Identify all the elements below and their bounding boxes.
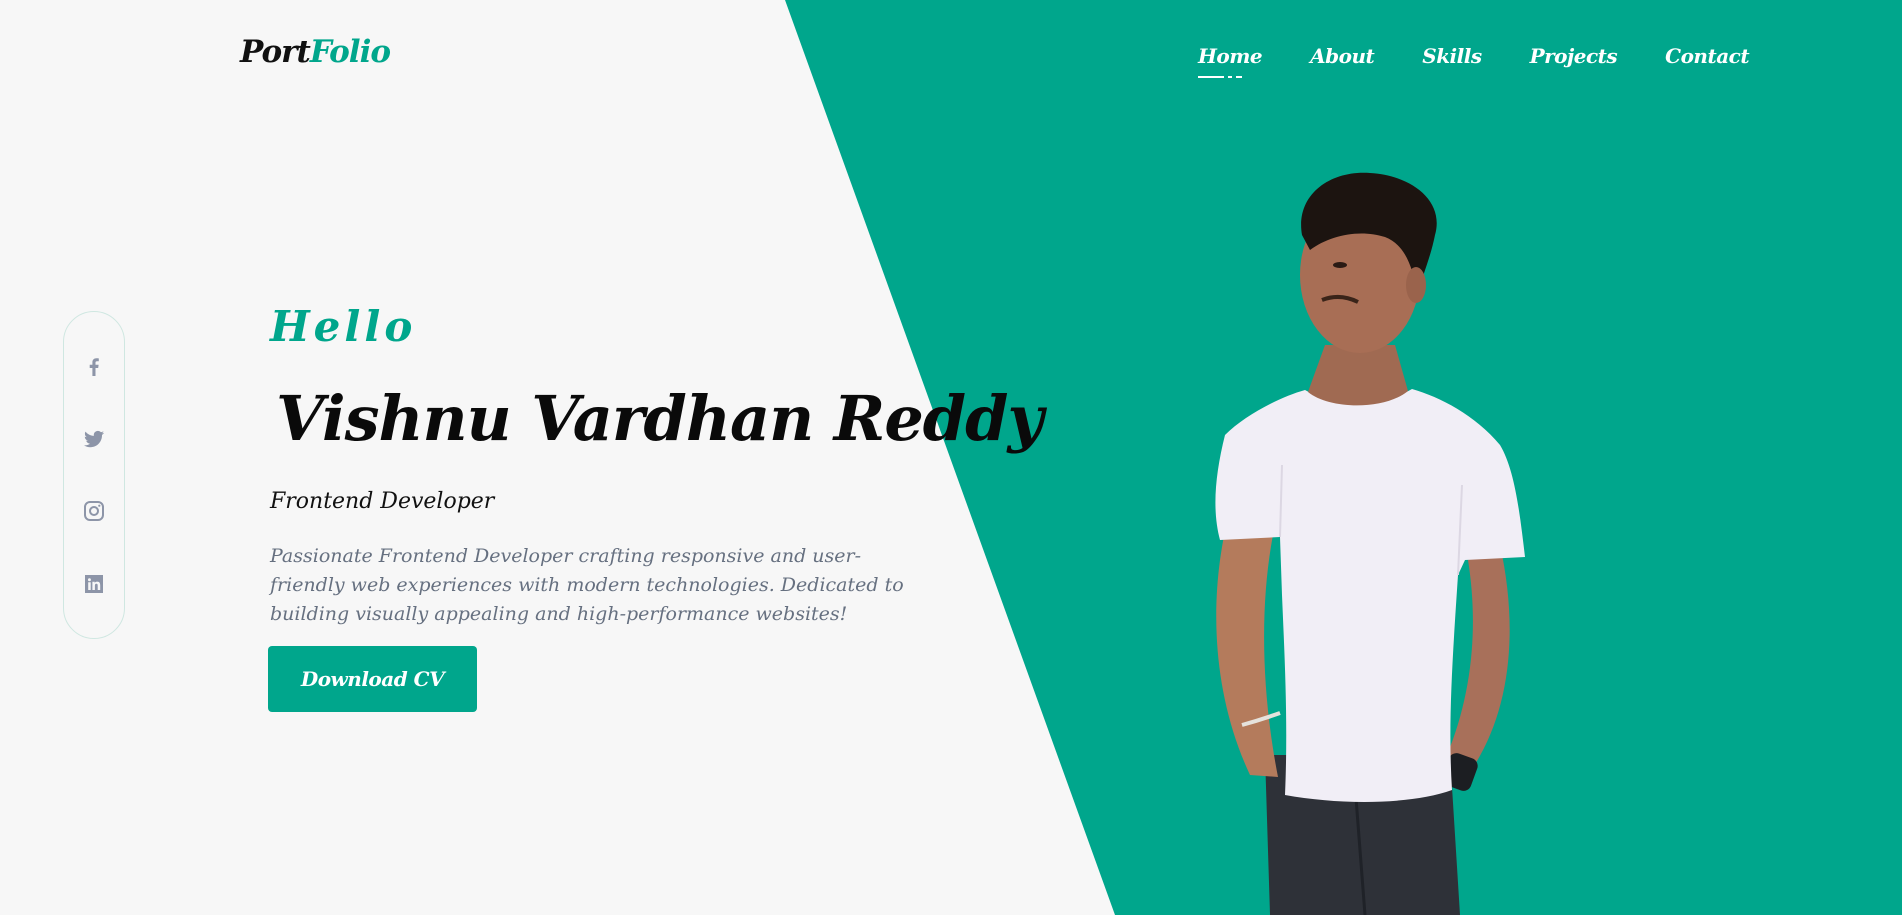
download-cv-button[interactable]: Download CV: [268, 646, 477, 712]
site-logo[interactable]: PortFolio: [240, 34, 391, 70]
hero-name: Vishnu Vardhan Reddy: [276, 382, 1044, 455]
hero-role: Frontend Developer: [270, 489, 495, 514]
logo-text-port: Port: [240, 34, 311, 70]
nav-home-link[interactable]: Home: [1198, 44, 1263, 78]
instagram-icon[interactable]: [81, 498, 107, 524]
facebook-icon[interactable]: [81, 353, 107, 379]
hero-description: Passionate Frontend Developer crafting r…: [270, 545, 904, 625]
nav-about-link[interactable]: About: [1310, 44, 1375, 68]
profile-photo: [1190, 165, 1610, 915]
main-nav: Home About Skills Projects Contact: [1198, 44, 1750, 78]
twitter-icon[interactable]: [81, 426, 107, 452]
green-diagonal-panel: [785, 0, 1902, 915]
social-links-bar: [63, 311, 125, 639]
person-illustration: [1215, 172, 1525, 915]
logo-text-folio: Folio: [309, 34, 391, 70]
nav-projects-link[interactable]: Projects: [1530, 44, 1618, 68]
hero-greeting: Hello: [270, 302, 417, 351]
linkedin-icon[interactable]: [81, 571, 107, 597]
nav-contact-link[interactable]: Contact: [1665, 44, 1749, 68]
nav-skills-link[interactable]: Skills: [1422, 44, 1482, 68]
portfolio-page: PortFolio Home About Skills Projects Con…: [0, 0, 1902, 915]
